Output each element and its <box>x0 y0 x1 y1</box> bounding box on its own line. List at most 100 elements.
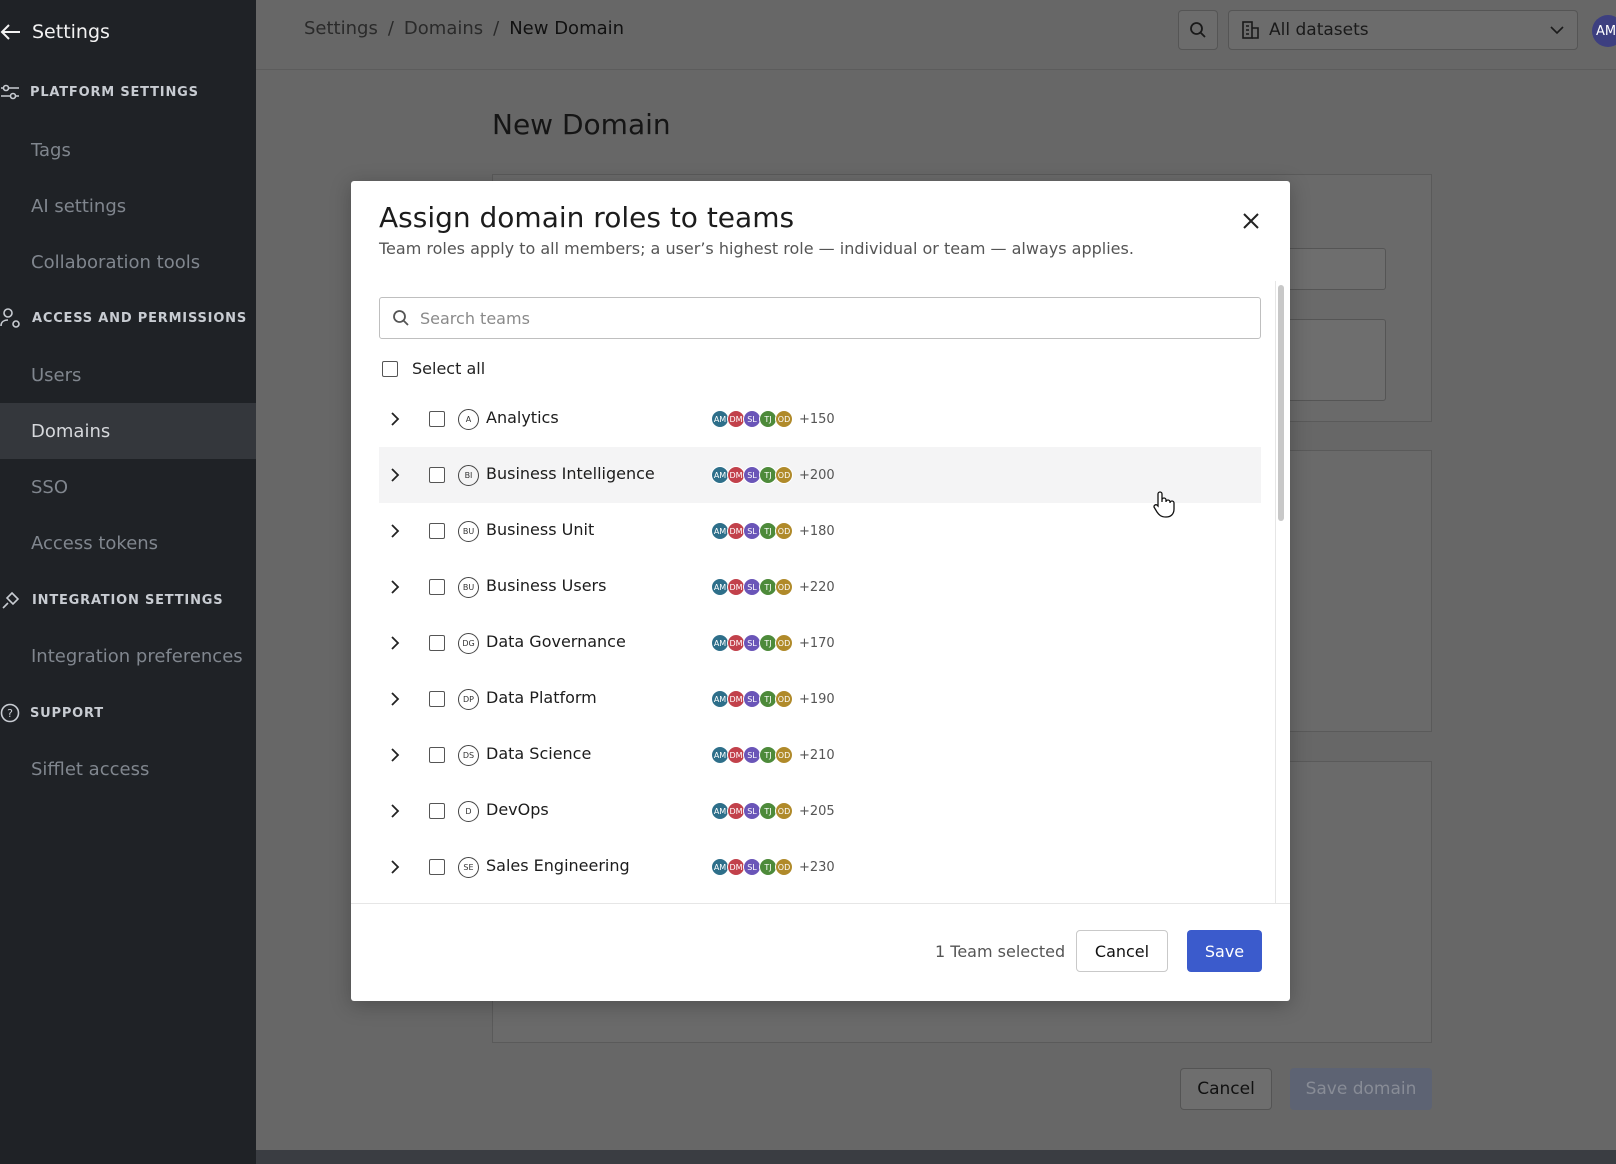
member-avatars: AM DM SL TJ OD +200 <box>711 466 835 484</box>
section-title: INTEGRATION SETTINGS <box>32 592 224 608</box>
chevron-down-icon <box>1550 26 1564 35</box>
section-access-permissions: ACCESS AND PERMISSIONS <box>0 306 247 330</box>
member-avatar: OD <box>775 690 793 708</box>
sidebar-item-users[interactable]: Users <box>0 347 256 403</box>
team-checkbox[interactable] <box>429 579 445 595</box>
member-avatars: AM DM SL TJ OD +220 <box>711 578 835 596</box>
member-avatars: AM DM SL TJ OD +190 <box>711 690 835 708</box>
section-title: ACCESS AND PERMISSIONS <box>32 310 248 326</box>
search-icon <box>1190 22 1206 38</box>
help-circle-icon: ? <box>0 703 20 723</box>
sidebar-item-tags[interactable]: Tags <box>0 122 256 178</box>
member-avatars: AM DM SL TJ OD +230 <box>711 858 835 876</box>
member-count: +180 <box>799 523 835 539</box>
team-name: Business Users <box>486 576 607 595</box>
member-avatars: AM DM SL TJ OD +150 <box>711 410 835 428</box>
team-row[interactable]: A Analytics AM DM SL TJ OD +150 <box>379 391 1261 447</box>
chevron-right-icon[interactable] <box>387 635 403 651</box>
chevron-right-icon[interactable] <box>387 411 403 427</box>
back-to-settings[interactable]: Settings <box>0 18 110 46</box>
save-domain-button[interactable]: Save domain <box>1290 1068 1432 1110</box>
team-checkbox[interactable] <box>429 691 445 707</box>
building-icon <box>1242 21 1259 39</box>
member-avatars: AM DM SL TJ OD +170 <box>711 634 835 652</box>
member-avatars: AM DM SL TJ OD +205 <box>711 802 835 820</box>
team-checkbox[interactable] <box>429 635 445 651</box>
breadcrumb-separator: / <box>493 18 500 39</box>
section-platform-settings: PLATFORM SETTINGS <box>0 80 199 104</box>
chevron-right-icon[interactable] <box>387 691 403 707</box>
team-checkbox[interactable] <box>429 803 445 819</box>
team-row[interactable]: DG Data Governance AM DM SL TJ OD +170 <box>379 615 1261 671</box>
team-name: Business Intelligence <box>486 464 655 483</box>
member-avatar: OD <box>775 746 793 764</box>
chevron-right-icon[interactable] <box>387 523 403 539</box>
user-avatar[interactable]: AM <box>1592 15 1616 47</box>
team-checkbox[interactable] <box>429 411 445 427</box>
team-row[interactable]: D DevOps AM DM SL TJ OD +205 <box>379 783 1261 839</box>
section-support: ? SUPPORT <box>0 701 104 725</box>
chevron-right-icon[interactable] <box>387 467 403 483</box>
save-button[interactable]: Save <box>1187 930 1262 972</box>
member-count: +150 <box>799 411 835 427</box>
team-icon: DG <box>458 633 479 654</box>
global-search-button[interactable] <box>1178 10 1218 50</box>
member-count: +210 <box>799 747 835 763</box>
member-count: +190 <box>799 691 835 707</box>
chevron-right-icon[interactable] <box>387 859 403 875</box>
top-header: Settings / Domains / New Domain All data… <box>256 0 1616 70</box>
breadcrumb: Settings / Domains / New Domain <box>304 18 624 39</box>
team-row[interactable]: DS Data Science AM DM SL TJ OD +210 <box>379 727 1261 783</box>
team-row[interactable]: BI Business Intelligence AM DM SL TJ OD +200 <box>379 447 1261 503</box>
section-integration-settings: INTEGRATION SETTINGS <box>0 588 223 612</box>
dataset-select-value: All datasets <box>1269 20 1369 40</box>
breadcrumb-settings[interactable]: Settings <box>304 18 378 39</box>
team-name: Business Unit <box>486 520 595 539</box>
sidebar-item-access-tokens[interactable]: Access tokens <box>0 515 256 571</box>
sidebar-item-domains[interactable]: Domains <box>0 403 256 459</box>
member-count: +200 <box>799 467 835 483</box>
user-gear-icon <box>0 308 20 328</box>
sidebar: Settings PLATFORM SETTINGS Tags AI setti… <box>0 0 256 1164</box>
team-checkbox[interactable] <box>429 859 445 875</box>
team-row[interactable]: DP Data Platform AM DM SL TJ OD +190 <box>379 671 1261 727</box>
team-icon: D <box>458 801 479 822</box>
team-icon: BI <box>458 465 479 486</box>
sidebar-item-integration-preferences[interactable]: Integration preferences <box>0 628 256 684</box>
bottom-strip <box>256 1150 1616 1164</box>
sidebar-item-collaboration-tools[interactable]: Collaboration tools <box>0 234 256 290</box>
team-row[interactable]: SE Sales Engineering AM DM SL TJ OD +230 <box>379 839 1261 895</box>
section-title: SUPPORT <box>30 705 104 721</box>
breadcrumb-domains[interactable]: Domains <box>404 18 483 39</box>
scrollbar-thumb[interactable] <box>1278 285 1284 521</box>
member-avatar: OD <box>775 858 793 876</box>
team-icon: SE <box>458 857 479 878</box>
chevron-right-icon[interactable] <box>387 579 403 595</box>
chevron-right-icon[interactable] <box>387 747 403 763</box>
sidebar-item-sso[interactable]: SSO <box>0 459 256 515</box>
team-icon: BU <box>458 577 479 598</box>
team-checkbox[interactable] <box>429 747 445 763</box>
team-checkbox[interactable] <box>429 523 445 539</box>
sidebar-item-sifflet-access[interactable]: Sifflet access <box>0 741 256 797</box>
arrow-left-icon <box>0 24 20 40</box>
member-avatar: OD <box>775 802 793 820</box>
modal-footer: 1 Team selected Cancel Save <box>351 903 1290 1001</box>
cancel-button[interactable]: Cancel <box>1076 930 1168 972</box>
team-name: Data Platform <box>486 688 597 707</box>
back-label: Settings <box>32 21 110 43</box>
sidebar-item-ai-settings[interactable]: AI settings <box>0 178 256 234</box>
page-cancel-button[interactable]: Cancel <box>1180 1068 1272 1110</box>
member-avatar: OD <box>775 466 793 484</box>
team-name: Data Governance <box>486 632 626 651</box>
team-icon: A <box>458 409 479 430</box>
svg-text:?: ? <box>7 707 13 720</box>
team-name: DevOps <box>486 800 549 819</box>
chevron-right-icon[interactable] <box>387 803 403 819</box>
dataset-select[interactable]: All datasets <box>1228 10 1578 50</box>
team-row[interactable]: BU Business Unit AM DM SL TJ OD +180 <box>379 503 1261 559</box>
scrollbar[interactable] <box>1275 281 1285 903</box>
team-name: Sales Engineering <box>486 856 630 875</box>
team-row[interactable]: BU Business Users AM DM SL TJ OD +220 <box>379 559 1261 615</box>
team-checkbox[interactable] <box>429 467 445 483</box>
